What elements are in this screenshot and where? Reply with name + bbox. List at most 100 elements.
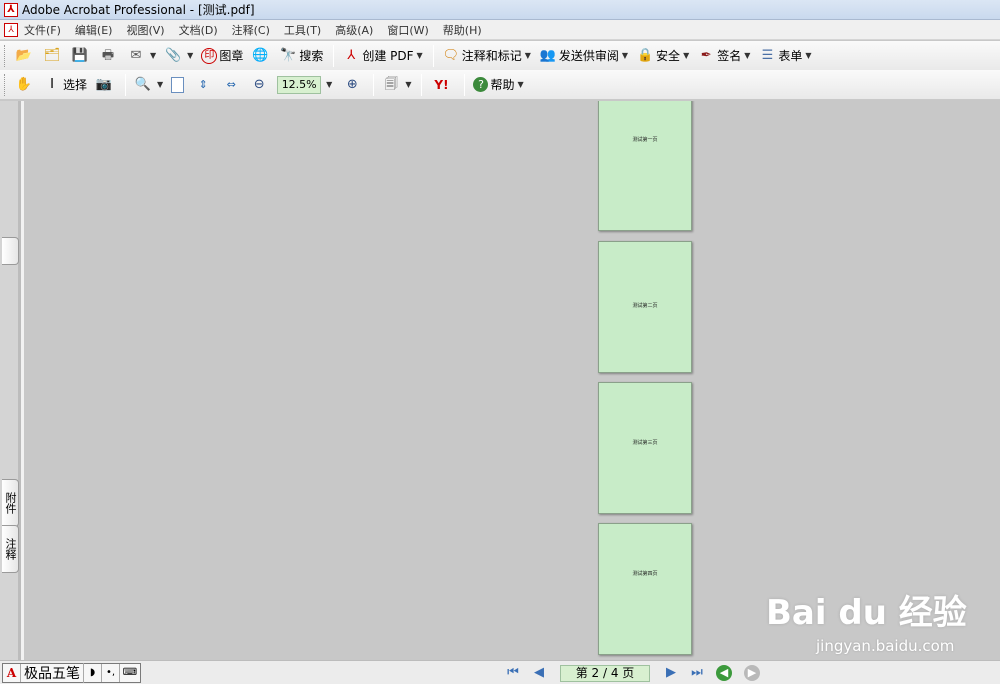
- help-icon: ?: [473, 77, 489, 92]
- ime-keyboard-icon[interactable]: ⌨: [120, 664, 140, 682]
- ime-mode-icon[interactable]: A: [3, 664, 21, 682]
- security-button[interactable]: 🔒 安全 ▼: [633, 44, 692, 68]
- first-page-button[interactable]: ⏮: [503, 664, 523, 682]
- zoom-out-button[interactable]: ⊖: [247, 73, 273, 97]
- menu-tools[interactable]: 工具(T): [284, 22, 321, 38]
- form-icon: ☰: [761, 47, 774, 63]
- menu-document[interactable]: 文档(D): [179, 22, 218, 38]
- zoom-in-icon: ⊕: [346, 76, 358, 92]
- ime-fullwidth-icon[interactable]: ◗: [84, 664, 102, 682]
- ime-toolbar: A 极品五笔 ◗ •, ⌨: [2, 663, 141, 683]
- sign-label: 签名: [717, 49, 742, 63]
- sign-button[interactable]: ✒ 签名 ▼: [694, 44, 753, 68]
- page-navigation: ⏮ ◀ 第 2 / 4 页 ▶ ⏭ ◀ ▶: [500, 664, 766, 682]
- menu-comments[interactable]: 注释(C): [232, 22, 270, 38]
- stamp-label: 图章: [219, 49, 244, 63]
- web-button[interactable]: 🌐: [248, 44, 274, 68]
- ime-punctuation-icon[interactable]: •,: [102, 664, 120, 682]
- attach-button[interactable]: 📎 ▼: [161, 44, 196, 68]
- panel-splitter[interactable]: [18, 101, 21, 660]
- fit-page-icon: ⇕: [198, 77, 208, 91]
- title-bar: ⅄ Adobe Acrobat Professional - [测试.pdf]: [0, 0, 1000, 20]
- chevron-down-icon: ▼: [416, 51, 423, 60]
- chevron-down-icon: ▼: [621, 51, 629, 60]
- menu-window[interactable]: 窗口(W): [387, 22, 428, 38]
- toolbar-grip[interactable]: [4, 44, 7, 67]
- chevron-down-icon: ▼: [405, 80, 412, 89]
- page-3[interactable]: 测试第三页: [598, 382, 692, 514]
- fit-width-button[interactable]: ⇔: [219, 73, 245, 97]
- print-button[interactable]: 🖶: [96, 44, 122, 68]
- main-toolbar: 📂 🗂 💾 🖶 ✉ ▼ 📎 ▼ 印图章 🌐 🔭 搜索 ⅄ 创建 PDF ▼ 🗨 注释和标记 ▼…: [0, 41, 1000, 71]
- page-text: 测试第一页: [632, 137, 658, 143]
- menu-help[interactable]: 帮助(H): [443, 22, 482, 38]
- previous-view-button[interactable]: ◀: [716, 665, 732, 681]
- page-number-field[interactable]: 第 2 / 4 页: [560, 664, 650, 682]
- zoom-level-field[interactable]: 12.5%: [277, 75, 322, 94]
- search-button[interactable]: 🔭 搜索: [276, 44, 326, 68]
- side-tab-pages[interactable]: [2, 237, 19, 265]
- create-pdf-label: 创建 PDF: [362, 49, 414, 63]
- navigation-panel: 附件 注释: [0, 101, 24, 660]
- document-icon[interactable]: ⅄: [4, 22, 18, 37]
- save-button[interactable]: 💾: [68, 44, 94, 68]
- status-bar: A 极品五笔 ◗ •, ⌨ ⏮ ◀ 第 2 / 4 页 ▶ ⏭ ◀ ▶: [0, 660, 1000, 684]
- binoculars-icon: 🔭: [280, 47, 297, 63]
- toolbar-separator: [432, 44, 434, 67]
- document-view[interactable]: 测试第一页 测试第二页 测试第三页 测试第四页: [24, 101, 1000, 660]
- last-page-button[interactable]: ⏭: [687, 664, 707, 682]
- help-button[interactable]: ? 帮助 ▼: [470, 73, 526, 97]
- toolbar-grip[interactable]: [4, 73, 7, 96]
- zoom-in-button[interactable]: ⊕: [340, 73, 366, 97]
- acrobat-app-icon: ⅄: [4, 2, 18, 17]
- rotate-view-button[interactable]: 🗐 ▼: [379, 73, 414, 97]
- ime-name[interactable]: 极品五笔: [21, 663, 84, 683]
- page-text: 测试第三页: [632, 440, 658, 446]
- previous-page-button[interactable]: ◀: [529, 664, 549, 682]
- toolbar-separator: [125, 73, 127, 96]
- next-page-button[interactable]: ▶: [661, 664, 681, 682]
- menu-view[interactable]: 视图(V): [126, 22, 164, 38]
- forms-label: 表单: [778, 49, 803, 63]
- yahoo-button[interactable]: Y!: [427, 73, 457, 97]
- hand-tool-button[interactable]: ✋: [12, 73, 38, 97]
- globe-icon: 🌐: [252, 47, 269, 63]
- comment-markup-button[interactable]: 🗨 注释和标记 ▼: [439, 44, 534, 68]
- folder-open-icon: 📂: [15, 47, 33, 63]
- menu-edit[interactable]: 编辑(E): [75, 22, 113, 38]
- stamp-button[interactable]: 印图章: [198, 44, 246, 68]
- magnifier-icon: 🔍: [134, 76, 152, 92]
- page-1[interactable]: 测试第一页: [598, 101, 692, 231]
- snapshot-button[interactable]: 📷: [92, 73, 118, 97]
- toolbar-separator: [464, 73, 466, 96]
- text-cursor-icon: Ⅰ: [50, 76, 54, 92]
- organizer-button[interactable]: 🗂: [40, 44, 66, 68]
- send-review-button[interactable]: 👥 发送供审阅 ▼: [536, 44, 631, 68]
- security-label: 安全: [656, 49, 681, 63]
- open-button[interactable]: 📂: [12, 44, 38, 68]
- email-button[interactable]: ✉ ▼: [124, 44, 159, 68]
- fit-page-button[interactable]: ⇕: [191, 73, 217, 97]
- next-view-button[interactable]: ▶: [744, 665, 760, 681]
- hand-icon: ✋: [15, 76, 33, 92]
- printer-icon: 🖶: [101, 47, 115, 63]
- create-pdf-button[interactable]: ⅄ 创建 PDF ▼: [339, 44, 425, 68]
- review-label: 发送供审阅: [558, 49, 619, 63]
- side-tab-attachments[interactable]: 附件: [2, 479, 19, 527]
- menu-file[interactable]: 文件(F): [24, 22, 61, 38]
- chevron-down-icon: ▼: [517, 80, 524, 89]
- help-label: 帮助: [490, 78, 515, 92]
- menu-advanced[interactable]: 高级(A): [335, 22, 373, 38]
- view-toolbar: ✋ Ⅰ 选择 📷 🔍 ▼ ⇕ ⇔ ⊖ 12.5% ▼ ⊕ 🗐 ▼ Y! ? 帮助 ▼: [0, 70, 1000, 100]
- zoom-dropdown-icon[interactable]: ▼: [326, 80, 332, 89]
- zoom-out-icon: ⊖: [253, 76, 265, 92]
- select-tool-button[interactable]: Ⅰ 选择: [40, 73, 90, 97]
- zoom-tool-button[interactable]: 🔍 ▼: [131, 73, 166, 97]
- forms-button[interactable]: ☰ 表单 ▼: [755, 44, 814, 68]
- chevron-down-icon: ▼: [150, 51, 157, 60]
- save-icon: 💾: [71, 47, 89, 63]
- page-2[interactable]: 测试第二页: [598, 241, 692, 373]
- side-tab-comments[interactable]: 注释: [2, 525, 19, 573]
- page-4[interactable]: 测试第四页: [598, 523, 692, 655]
- actual-size-button[interactable]: [168, 73, 189, 97]
